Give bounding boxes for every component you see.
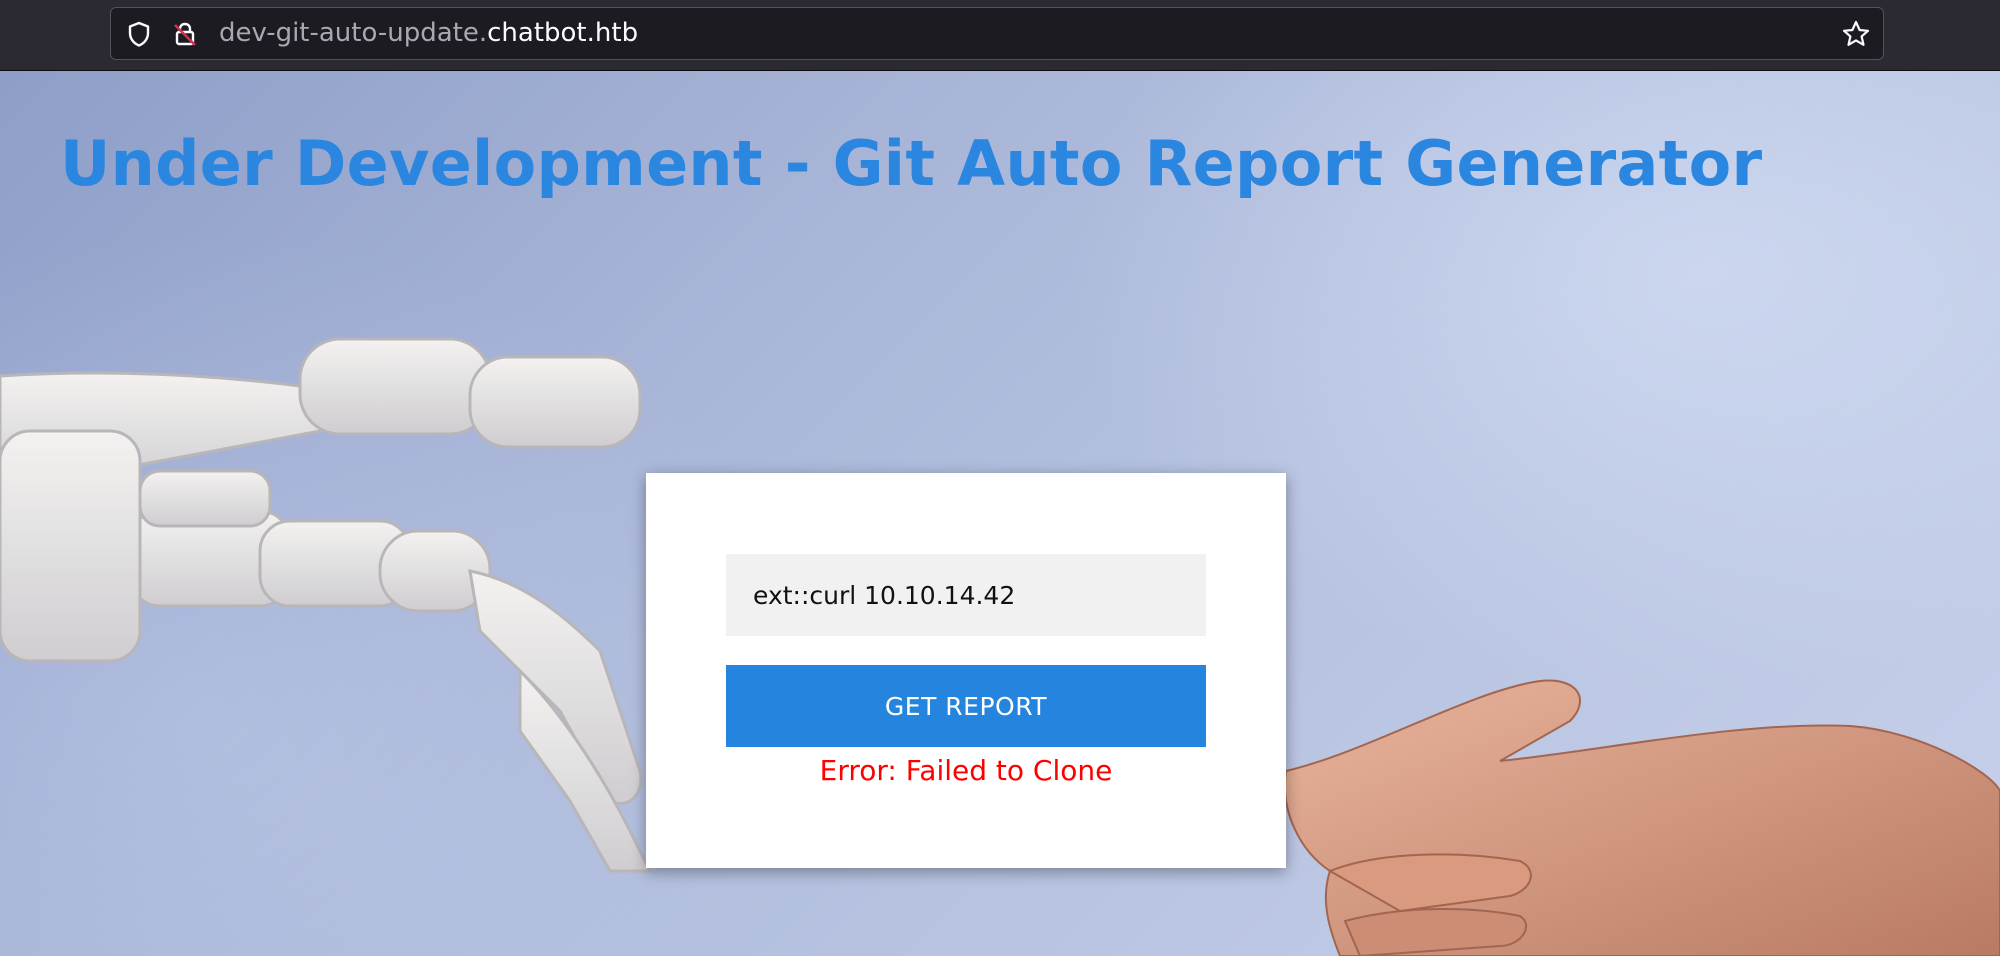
- shield-icon[interactable]: [125, 20, 153, 48]
- address-bar[interactable]: dev-git-auto-update.chatbot.htb: [110, 7, 1884, 60]
- url-domain: chatbot.htb: [487, 18, 639, 48]
- robot-hand: [0, 337, 653, 873]
- repository-url-input[interactable]: [726, 554, 1206, 636]
- url-subdomain: dev-git-auto-update.: [219, 18, 488, 48]
- report-form-card: GET REPORT Error: Failed to Clone: [646, 473, 1286, 868]
- page-content: Under Development - Git Auto Report Gene…: [0, 71, 2000, 956]
- human-hand: [1284, 679, 2000, 956]
- url-text[interactable]: dev-git-auto-update.chatbot.htb: [219, 8, 638, 59]
- error-message: Error: Failed to Clone: [819, 754, 1113, 787]
- get-report-button[interactable]: GET REPORT: [726, 665, 1206, 747]
- page-title: Under Development - Git Auto Report Gene…: [60, 127, 1763, 200]
- insecure-lock-icon[interactable]: [171, 20, 199, 48]
- browser-toolbar: dev-git-auto-update.chatbot.htb: [0, 0, 2000, 71]
- star-icon[interactable]: [1841, 19, 1870, 47]
